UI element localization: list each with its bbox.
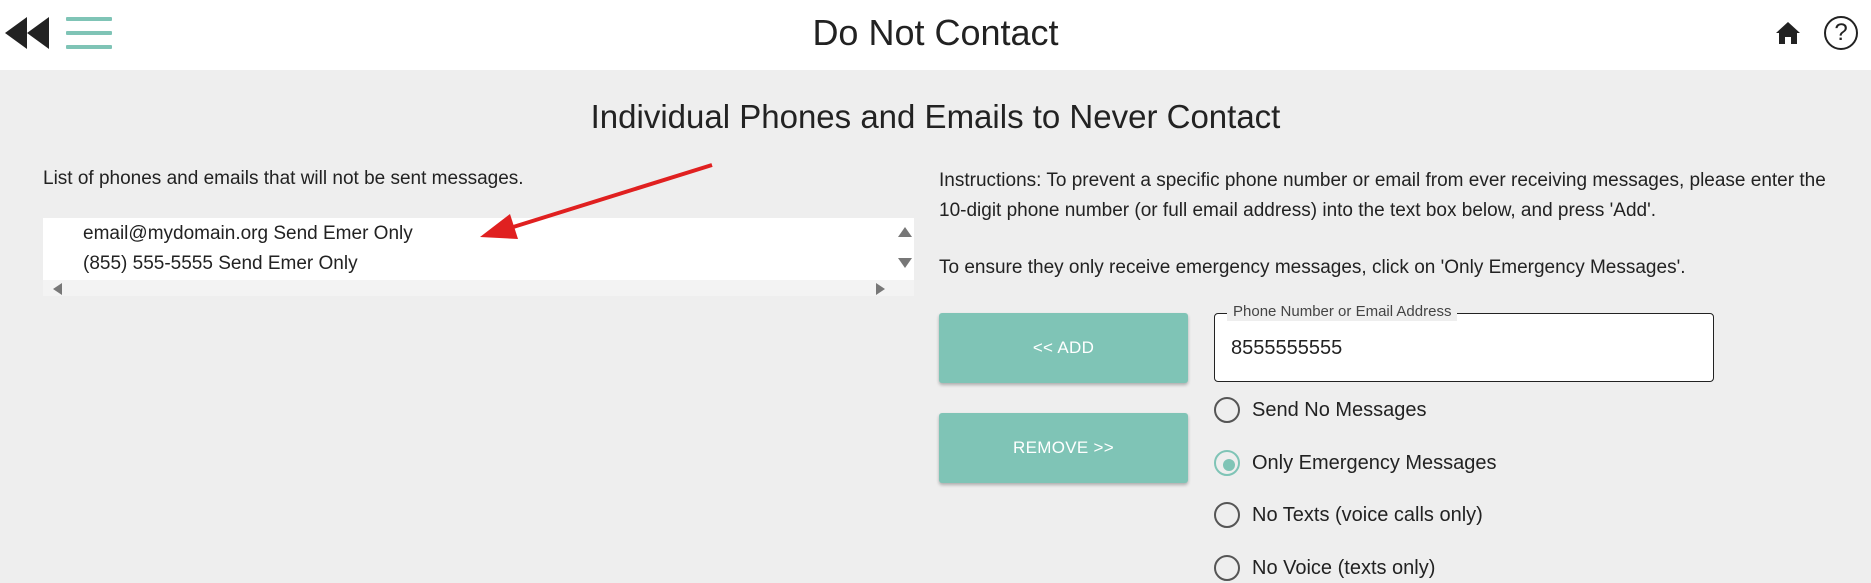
home-icon[interactable] — [1775, 21, 1801, 45]
radio-label: Only Emergency Messages — [1252, 452, 1497, 474]
page-title: Do Not Contact — [812, 12, 1059, 53]
list-caption: List of phones and emails that will not … — [43, 168, 524, 189]
help-icon[interactable]: ? — [1824, 16, 1858, 50]
emergency-instructions-text: To ensure they only receive emergency me… — [939, 257, 1686, 278]
section-title: Individual Phones and Emails to Never Co… — [590, 98, 1281, 135]
phone-or-email-input[interactable] — [1231, 336, 1701, 360]
scroll-up-arrow-icon[interactable] — [898, 227, 912, 237]
horizontal-scrollbar[interactable] — [43, 280, 914, 296]
radio-button-icon[interactable] — [1214, 555, 1240, 581]
scroll-right-arrow-icon[interactable] — [876, 283, 885, 295]
top-bar: Do Not Contact ? — [0, 0, 1871, 70]
list-item[interactable]: email@mydomain.org Send Emer Only — [83, 221, 413, 247]
add-button[interactable]: << ADD — [939, 313, 1188, 383]
radio-label: Send No Messages — [1252, 399, 1427, 421]
remove-button[interactable]: REMOVE >> — [939, 413, 1188, 483]
radio-label: No Texts (voice calls only) — [1252, 504, 1483, 526]
radio-button-icon[interactable] — [1214, 502, 1240, 528]
contact-input-label: Phone Number or Email Address — [1227, 303, 1458, 321]
instructions-text: Instructions: To prevent a specific phon… — [939, 170, 1826, 221]
annotation-arrow-icon — [480, 163, 713, 239]
scroll-left-arrow-icon[interactable] — [53, 283, 62, 295]
list-item[interactable]: (855) 555-5555 Send Emer Only — [83, 251, 358, 277]
radio-button-icon[interactable] — [1214, 397, 1240, 423]
scroll-down-arrow-icon[interactable] — [898, 258, 912, 268]
radio-button-selected-icon[interactable] — [1214, 450, 1240, 476]
radio-label: No Voice (texts only) — [1252, 557, 1436, 579]
